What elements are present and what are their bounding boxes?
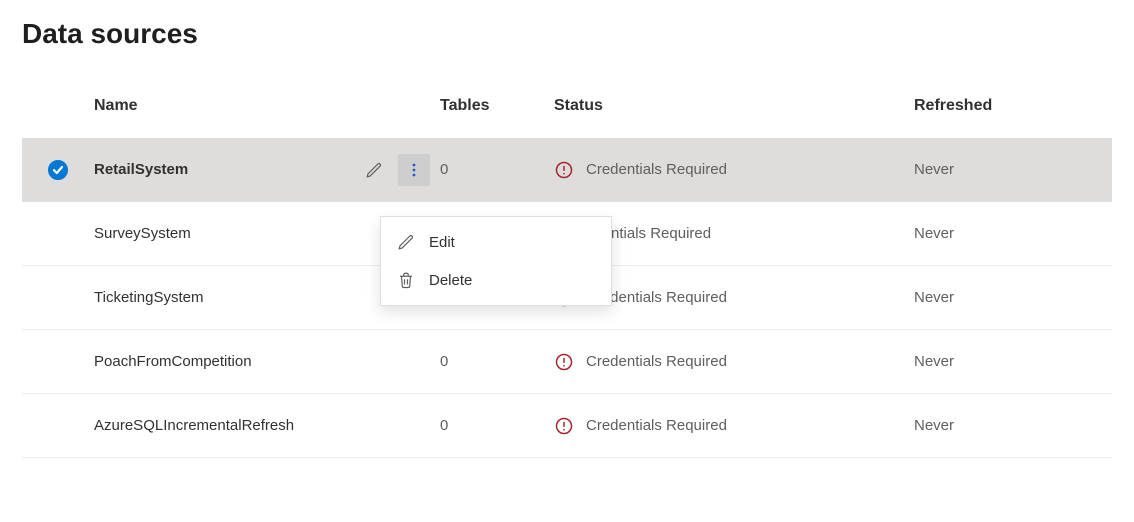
row-status: Credentials Required xyxy=(586,353,727,370)
row-refreshed: Never xyxy=(914,161,1094,178)
row-checkbox[interactable] xyxy=(48,160,68,180)
alert-icon xyxy=(554,160,574,180)
row-refreshed: Never xyxy=(914,225,1094,242)
menu-item-label: Delete xyxy=(429,272,472,289)
trash-icon xyxy=(397,271,415,289)
row-tables: 0 xyxy=(434,417,554,434)
row-status: Credentials Required xyxy=(586,417,727,434)
row-tables: 0 xyxy=(434,161,554,178)
row-name: RetailSystem xyxy=(94,161,188,178)
table-row[interactable]: RetailSystem 0 C xyxy=(22,138,1112,202)
more-vertical-icon xyxy=(406,162,422,178)
row-name: PoachFromCompetition xyxy=(94,353,252,370)
row-name: SurveySystem xyxy=(94,225,191,242)
column-header-refreshed[interactable]: Refreshed xyxy=(914,97,1094,115)
row-tables: 0 xyxy=(434,353,554,370)
pencil-icon xyxy=(397,233,415,251)
table-row[interactable]: AzureSQLIncrementalRefresh 0 Credentials… xyxy=(22,394,1112,458)
row-refreshed: Never xyxy=(914,289,1094,306)
table-header: Name Tables Status Refreshed xyxy=(22,74,1112,138)
more-button[interactable] xyxy=(398,154,430,186)
column-header-tables[interactable]: Tables xyxy=(434,97,554,115)
pencil-icon xyxy=(365,161,383,179)
row-refreshed: Never xyxy=(914,353,1094,370)
row-context-menu: Edit Delete xyxy=(380,216,612,306)
table-row[interactable]: PoachFromCompetition 0 Credentials Requi… xyxy=(22,330,1112,394)
column-header-status[interactable]: Status xyxy=(554,97,914,115)
alert-icon xyxy=(554,352,574,372)
page-title: Data sources xyxy=(22,18,1112,50)
menu-item-label: Edit xyxy=(429,234,455,251)
menu-item-edit[interactable]: Edit xyxy=(381,223,611,261)
row-status: Credentials Required xyxy=(586,161,727,178)
menu-item-delete[interactable]: Delete xyxy=(381,261,611,299)
row-refreshed: Never xyxy=(914,417,1094,434)
row-name: AzureSQLIncrementalRefresh xyxy=(94,417,294,434)
row-name: TicketingSystem xyxy=(94,289,203,306)
alert-icon xyxy=(554,416,574,436)
column-header-name[interactable]: Name xyxy=(94,97,354,115)
edit-button[interactable] xyxy=(358,154,390,186)
